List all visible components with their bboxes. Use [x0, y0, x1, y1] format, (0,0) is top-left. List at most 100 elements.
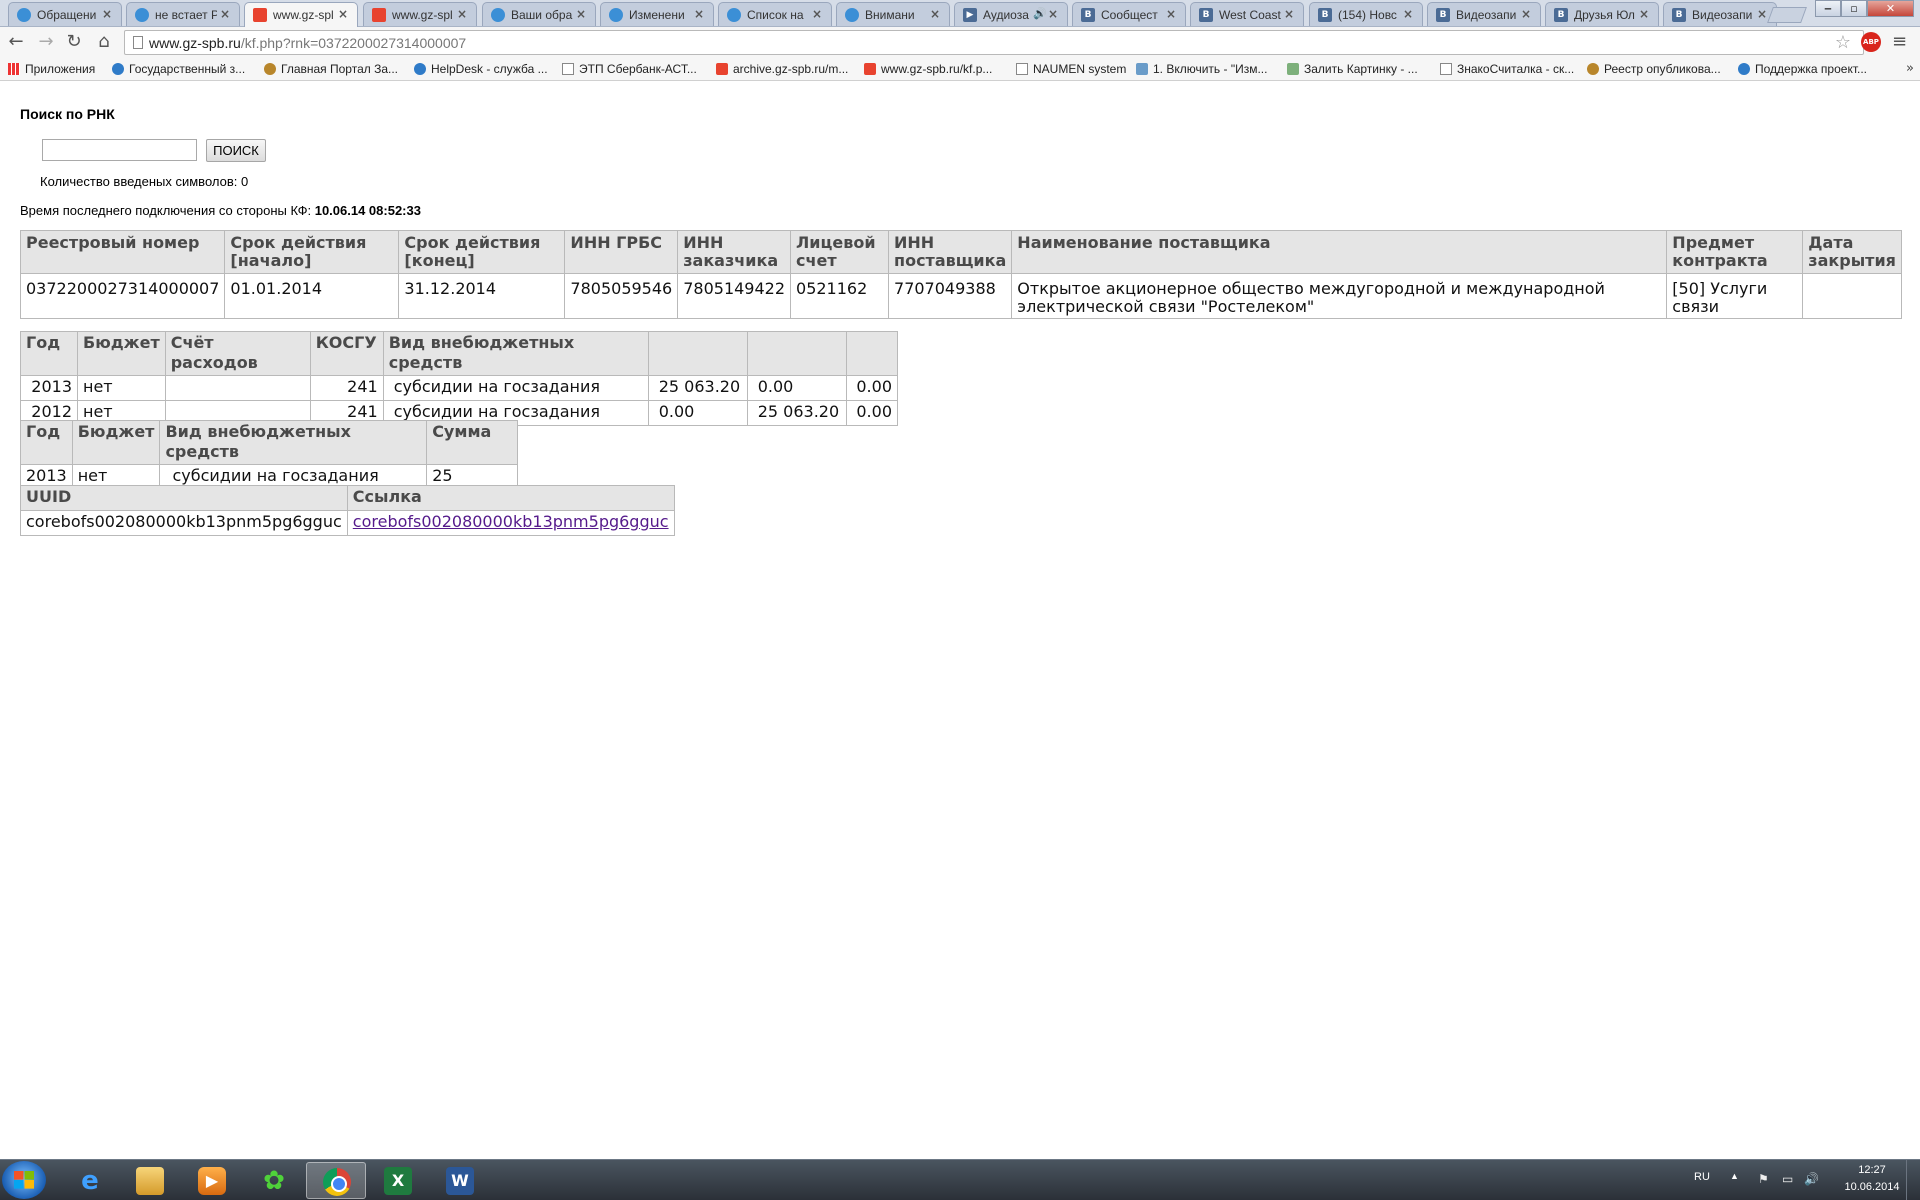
tab-close-icon[interactable]: × — [576, 7, 586, 21]
column-header: Вид внебюджетных средств — [382, 331, 649, 376]
page-title: Поиск по РНК — [20, 106, 115, 122]
bookmark-item[interactable]: Приложения — [8, 62, 95, 76]
tab-close-icon[interactable]: × — [1757, 7, 1767, 21]
bookmark-label: 1. Включить - "Изм... — [1153, 62, 1268, 76]
adblock-icon[interactable]: ABP — [1861, 32, 1881, 52]
taskbar-word[interactable]: W — [430, 1162, 490, 1199]
tab-title: Видеозапи — [1692, 8, 1753, 22]
char-count: Количество введеных символов: 0 — [40, 174, 249, 189]
bookmark-item[interactable]: Государственный з... — [112, 62, 245, 76]
bookmark-item[interactable]: ЭТП Сбербанк-АСТ... — [562, 62, 697, 76]
tab-close-icon[interactable]: × — [1048, 7, 1058, 21]
maximize-button[interactable]: ▫ — [1841, 0, 1867, 17]
bookmark-item[interactable]: www.gz-spb.ru/kf.p... — [864, 62, 992, 76]
browser-tab[interactable]: B West Coast × — [1190, 2, 1304, 26]
tab-close-icon[interactable]: × — [694, 7, 704, 21]
new-tab-button[interactable] — [1767, 7, 1807, 23]
address-url[interactable]: www.gz-spb.ru/kf.php?rnk=037220002731400… — [149, 35, 466, 51]
tray-expand-icon[interactable]: ▲ — [1730, 1171, 1739, 1181]
browser-tab[interactable]: ▶ Аудиоза 🔊 × — [954, 2, 1068, 26]
browser-tab[interactable]: Список на × — [718, 2, 832, 26]
tab-close-icon[interactable]: × — [1639, 7, 1649, 21]
taskbar-explorer[interactable] — [120, 1162, 180, 1199]
browser-tab[interactable]: B Друзья Юл × — [1545, 2, 1659, 26]
start-button[interactable] — [2, 1161, 46, 1199]
tab-title: Видеозапи — [1456, 8, 1517, 22]
tab-close-icon[interactable]: × — [102, 7, 112, 21]
minimize-button[interactable]: ‒ — [1815, 0, 1841, 17]
tab-close-icon[interactable]: × — [812, 7, 822, 21]
bookmarks-more-icon[interactable]: » — [1906, 61, 1914, 76]
back-button[interactable]: ← — [4, 31, 28, 55]
tab-close-icon[interactable]: × — [1284, 7, 1294, 21]
bookmark-item[interactable]: Залить Картинку - ... — [1287, 62, 1418, 76]
forward-button[interactable]: → — [34, 31, 58, 55]
media-player-icon: ▶ — [198, 1167, 226, 1195]
bookmark-item[interactable]: Главная Портал За... — [264, 62, 398, 76]
tab-close-icon[interactable]: × — [1403, 7, 1413, 21]
taskbar-ie[interactable]: e — [60, 1162, 120, 1199]
tab-close-icon[interactable]: × — [1521, 7, 1531, 21]
clock-time[interactable]: 12:27 — [1842, 1164, 1902, 1176]
bookmark-item[interactable]: 1. Включить - "Изм... — [1136, 62, 1267, 76]
tab-close-icon[interactable]: × — [930, 7, 940, 21]
clock-date[interactable]: 10.06.2014 — [1836, 1181, 1908, 1193]
browser-tab[interactable]: Изменени × — [600, 2, 714, 26]
tab-close-icon[interactable]: × — [338, 7, 348, 21]
gz-icon — [864, 63, 876, 75]
browser-tab[interactable]: B Видеозапи × — [1427, 2, 1541, 26]
bookmark-item[interactable]: Поддержка проект... — [1738, 62, 1867, 76]
contract-table: Реестровый номер Срок действия [начало] Ср… — [19, 230, 1902, 319]
bookmark-item[interactable]: archive.gz-spb.ru/m... — [716, 62, 848, 76]
page-content: Поиск по РНК ПОИСК Количество введеных с… — [0, 82, 1920, 1159]
bookmark-item[interactable]: Реестр опубликова... — [1587, 62, 1721, 76]
browser-tab[interactable]: www.gz-spl × — [363, 2, 477, 26]
bookmark-item[interactable]: NAUMEN system — [1016, 62, 1126, 76]
reload-button[interactable]: ↻ — [62, 31, 86, 55]
volume-icon[interactable]: 🔊 — [1804, 1172, 1819, 1186]
network-icon[interactable]: ▭ — [1782, 1172, 1793, 1186]
column-header: Предмет контракта — [1666, 230, 1804, 274]
language-indicator[interactable]: RU — [1694, 1171, 1710, 1183]
table-cell: 0372200027314000007 — [19, 273, 226, 319]
browser-tab[interactable]: B (154) Новс × — [1309, 2, 1423, 26]
uuid-link[interactable]: corebofs002080000kb13pnm5pg6gguc — [353, 512, 669, 531]
taskbar-media-player[interactable]: ▶ — [182, 1162, 242, 1199]
rnk-search-input[interactable] — [42, 139, 197, 161]
taskbar-excel[interactable]: X — [368, 1162, 428, 1199]
word-icon: W — [446, 1167, 474, 1195]
taskbar-icq[interactable]: ✿ — [244, 1162, 304, 1199]
column-header: Ссылка — [346, 485, 675, 511]
column-header: Лицевой счет — [790, 230, 890, 274]
browser-tab[interactable]: www.gz-spl × — [244, 2, 358, 27]
page-icon — [133, 36, 143, 49]
show-desktop-button[interactable] — [1906, 1160, 1920, 1200]
tab-close-icon[interactable]: × — [1166, 7, 1176, 21]
tab-close-icon[interactable]: × — [457, 7, 467, 21]
tab-title: Внимани — [865, 8, 915, 22]
browser-tab[interactable]: не встает Pl × — [126, 2, 240, 26]
search-button[interactable]: ПОИСК — [206, 139, 266, 162]
column-header: Срок действия [начало] — [224, 230, 400, 274]
browser-tab[interactable]: Ваши обра × — [482, 2, 596, 26]
bookmark-item[interactable]: ЗнакоСчиталка - ск... — [1440, 62, 1574, 76]
address-bar[interactable]: www.gz-spb.ru/kf.php?rnk=037220002731400… — [124, 30, 1864, 55]
close-window-button[interactable]: ✕ — [1867, 0, 1914, 17]
taskbar-chrome[interactable] — [306, 1162, 366, 1199]
browser-tab[interactable]: Обращени × — [8, 2, 122, 26]
menu-icon[interactable]: ≡ — [1892, 31, 1907, 52]
home-button[interactable]: ⌂ — [92, 31, 116, 55]
browser-tab[interactable]: B Видеозапи × — [1663, 2, 1777, 26]
taskbar: e ▶ ✿ X W RU ▲ ⚑ ▭ 🔊 12:27 10.06.2014 — [0, 1159, 1920, 1200]
browser-tab[interactable]: B Сообщест × — [1072, 2, 1186, 26]
chrome-icon — [323, 1168, 351, 1196]
table-cell: 0.00 — [845, 400, 899, 426]
bookmark-star-icon[interactable]: ☆ — [1835, 32, 1851, 53]
vk-favicon-icon: B — [1199, 8, 1213, 22]
gz-icon — [716, 63, 728, 75]
bookmark-item[interactable]: HelpDesk - служба ... — [414, 62, 548, 76]
globe-icon — [414, 63, 426, 75]
browser-tab[interactable]: Внимани × — [836, 2, 950, 26]
action-center-flag-icon[interactable]: ⚑ — [1758, 1172, 1769, 1186]
tab-close-icon[interactable]: × — [220, 7, 230, 21]
